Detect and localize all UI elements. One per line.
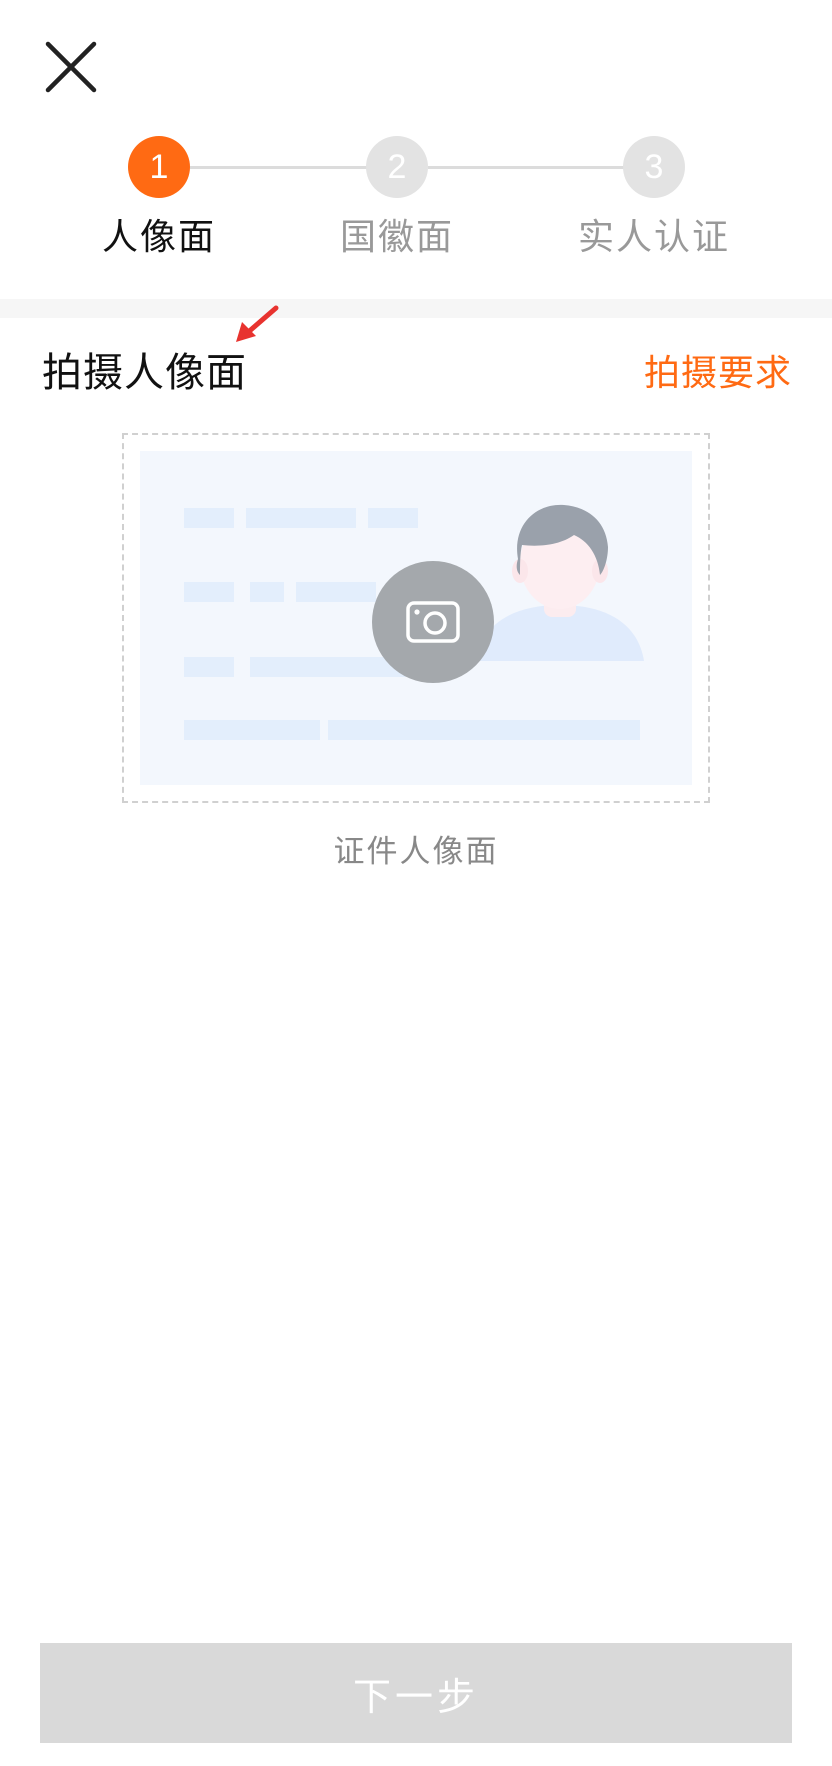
shooting-requirements-link[interactable]: 拍摄要求 [644, 344, 792, 396]
close-icon [45, 41, 97, 93]
placeholder-bar [184, 720, 320, 740]
step-label: 人像面 [101, 217, 216, 258]
id-card-placeholder [140, 451, 692, 785]
placeholder-bar [246, 508, 356, 528]
step-number: 3 [623, 136, 685, 198]
capture-area[interactable] [122, 433, 710, 803]
capture-caption: 证件人像面 [333, 834, 499, 870]
placeholder-bar [184, 508, 234, 528]
placeholder-bar [250, 582, 284, 602]
next-step-button[interactable]: 下一步 [40, 1643, 792, 1743]
portrait-illustration-icon [476, 504, 644, 661]
step-label: 实人认证 [577, 217, 730, 258]
placeholder-bar [184, 657, 234, 677]
step-emblem: 2 国徽面 [297, 136, 497, 260]
step-label: 国徽面 [339, 217, 454, 258]
placeholder-bar [184, 582, 234, 602]
step-real-person: 3 实人认证 [554, 136, 754, 260]
annotation-arrow-icon [236, 305, 279, 342]
id-verification-screen: 1 人像面 2 国徽面 3 实人认证 拍摄人像面 拍摄要求 证件人像面 下一步 [0, 0, 832, 1766]
step-number: 1 [128, 136, 190, 198]
section-divider [0, 299, 832, 318]
placeholder-bar [368, 508, 418, 528]
placeholder-bar [296, 582, 376, 602]
section-title: 拍摄人像面 [42, 350, 247, 396]
camera-button[interactable] [372, 561, 494, 683]
step-portrait: 1 人像面 [59, 136, 259, 260]
close-button[interactable] [42, 38, 100, 96]
placeholder-bar [328, 720, 640, 740]
step-number: 2 [366, 136, 428, 198]
progress-stepper: 1 人像面 2 国徽面 3 实人认证 [0, 136, 832, 258]
camera-icon [406, 601, 460, 643]
